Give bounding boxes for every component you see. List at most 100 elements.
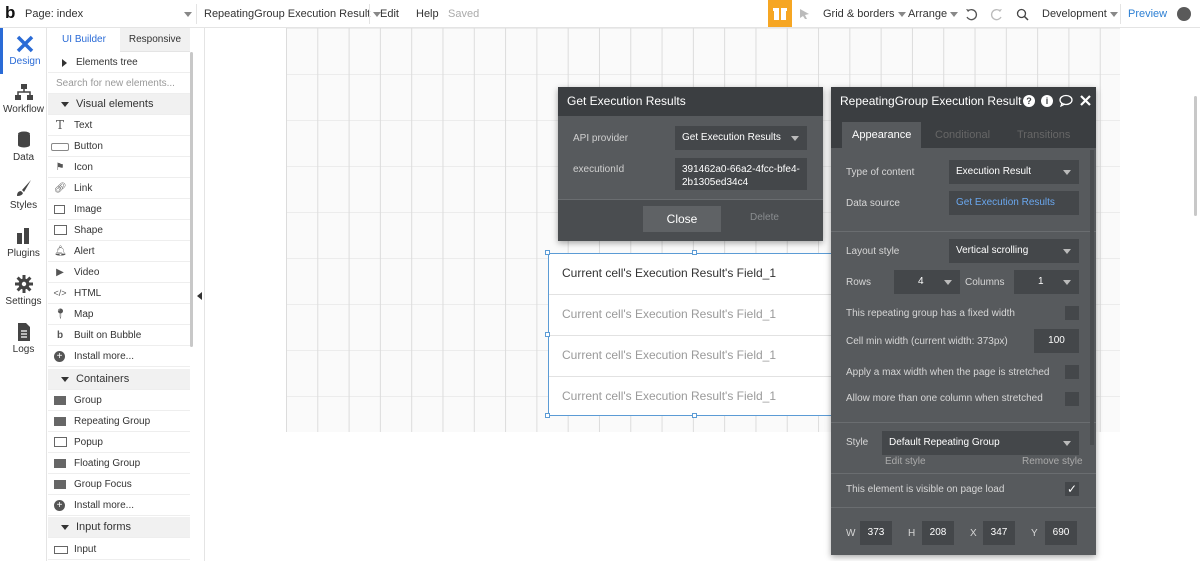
visible-on-load-checkbox[interactable]: ✓ [1065, 482, 1079, 496]
tab-ui-builder[interactable]: UI Builder [48, 28, 120, 52]
element-search-input[interactable]: Search for new elements... [48, 73, 190, 94]
element-icon[interactable]: ⚑ Icon [48, 157, 190, 178]
elements-panel: UI Builder Responsive Elements tree Sear… [48, 28, 190, 561]
width-input[interactable]: 373 [860, 521, 892, 545]
height-input[interactable]: 208 [922, 521, 954, 545]
element-link[interactable]: 🔗︎ Link [48, 178, 190, 199]
chevron-down-icon [944, 280, 952, 285]
resize-handle[interactable] [692, 413, 697, 418]
search-icon[interactable] [1016, 0, 1029, 28]
style-dropdown[interactable]: Default Repeating Group [882, 431, 1079, 455]
execution-id-field[interactable]: 391462a0-66a2-4fcc-bfe4- 2b1305ed34c4 [675, 158, 807, 190]
collapse-panel-icon[interactable] [197, 292, 202, 300]
chevron-down-icon[interactable] [184, 0, 192, 28]
repeating-group-cell[interactable]: Current cell's Execution Result's Field_… [549, 254, 839, 295]
repeating-group[interactable]: Current cell's Execution Result's Field_… [548, 253, 839, 416]
data-source-field[interactable]: Get Execution Results [949, 191, 1079, 215]
element-group[interactable]: Group [48, 390, 190, 411]
element-built-on-bubble[interactable]: b Built on Bubble [48, 325, 190, 346]
element-repeating-group[interactable]: Repeating Group [48, 411, 190, 432]
multi-column-checkbox[interactable] [1065, 392, 1079, 406]
tab-transitions[interactable]: Transitions [1007, 122, 1080, 148]
help-menu[interactable]: Help [416, 0, 439, 28]
nav-logs[interactable]: Logs [0, 316, 47, 362]
element-floating-group[interactable]: Floating Group [48, 453, 190, 474]
install-more-visual[interactable]: + Install more... [48, 346, 190, 367]
tab-appearance[interactable]: Appearance [842, 122, 922, 148]
elements-tree-toggle[interactable]: Elements tree [48, 52, 190, 73]
resize-handle[interactable] [545, 413, 550, 418]
containers-section[interactable]: Containers [48, 369, 190, 390]
comment-icon[interactable] [1059, 94, 1073, 110]
visual-elements-section[interactable]: Visual elements [48, 94, 190, 115]
y-input[interactable]: 690 [1045, 521, 1077, 545]
resize-handle[interactable] [692, 250, 697, 255]
arrange-menu[interactable]: Arrange [908, 0, 959, 28]
video-icon: ▶ [56, 267, 64, 278]
element-label: Button [74, 141, 103, 152]
element-input[interactable]: Input [48, 539, 190, 560]
element-label: Group [74, 395, 102, 406]
y-label: Y [1031, 528, 1038, 539]
close-icon[interactable] [1080, 95, 1091, 109]
element-video[interactable]: ▶ Video [48, 262, 190, 283]
nav-styles-label: Styles [9, 200, 38, 211]
element-button[interactable]: Button [48, 136, 190, 157]
max-width-checkbox[interactable] [1065, 365, 1079, 379]
bubble-logo[interactable]: b [5, 0, 15, 28]
preview-button[interactable]: Preview [1128, 0, 1167, 28]
grid-borders-menu[interactable]: Grid & borders [823, 0, 906, 28]
info-icon[interactable]: i [1041, 95, 1053, 107]
page-selector[interactable]: Page: index [25, 0, 83, 28]
nav-design[interactable]: Design [0, 28, 47, 74]
element-label: Image [74, 204, 102, 215]
resize-handle[interactable] [545, 250, 550, 255]
tab-conditional[interactable]: Conditional [925, 122, 1000, 148]
edit-menu[interactable]: Edit [380, 0, 399, 28]
pointer-icon[interactable] [799, 0, 811, 28]
columns-dropdown[interactable]: 1 [1014, 270, 1079, 294]
element-map[interactable]: 📍︎ Map [48, 304, 190, 325]
gift-icon[interactable] [768, 0, 792, 27]
element-label: Install more... [74, 351, 135, 362]
redo-icon[interactable] [990, 0, 1004, 28]
element-html[interactable]: </> HTML [48, 283, 190, 304]
api-provider-dropdown[interactable]: Get Execution Results [675, 126, 807, 150]
edit-style-link[interactable]: Edit style [885, 456, 926, 467]
close-button[interactable]: Close [643, 206, 721, 232]
element-alert[interactable]: 🔔︎ Alert [48, 241, 190, 262]
folder-icon [54, 396, 66, 405]
type-of-content-dropdown[interactable]: Execution Result [949, 160, 1079, 184]
element-popup[interactable]: Popup [48, 432, 190, 453]
resize-handle[interactable] [545, 332, 550, 337]
panel-scrollbar[interactable] [190, 52, 193, 347]
element-text[interactable]: T Text [48, 115, 190, 136]
install-more-containers[interactable]: + Install more... [48, 495, 190, 516]
page-scrollbar[interactable] [1194, 96, 1197, 216]
editor-scrollbar[interactable] [1090, 150, 1094, 445]
input-forms-section[interactable]: Input forms [48, 517, 190, 538]
cell-min-width-input[interactable]: 100 [1034, 329, 1079, 353]
help-icon[interactable]: ? [1023, 95, 1035, 107]
nav-plugins[interactable]: Plugins [0, 220, 47, 266]
nav-data[interactable]: Data [0, 124, 47, 170]
rows-dropdown[interactable]: 4 [894, 270, 960, 294]
nav-settings[interactable]: Settings [0, 268, 47, 314]
fixed-width-checkbox[interactable] [1065, 306, 1079, 320]
nav-workflow[interactable]: Workflow [0, 76, 47, 122]
delete-button[interactable]: Delete [750, 212, 779, 223]
x-input[interactable]: 347 [983, 521, 1015, 545]
element-selector[interactable]: RepeatingGroup Execution Result [204, 0, 382, 28]
element-shape[interactable]: Shape [48, 220, 190, 241]
element-image[interactable]: Image [48, 199, 190, 220]
nav-styles[interactable]: Styles [0, 172, 47, 218]
nav-workflow-label: Workflow [3, 104, 44, 115]
chevron-down-icon [1063, 280, 1071, 285]
tab-responsive[interactable]: Responsive [120, 28, 190, 52]
layout-style-dropdown[interactable]: Vertical scrolling [949, 239, 1079, 263]
user-icon[interactable] [1177, 7, 1191, 21]
element-group-focus[interactable]: Group Focus [48, 474, 190, 495]
undo-icon[interactable] [964, 0, 978, 28]
remove-style-link[interactable]: Remove style [1022, 456, 1083, 467]
environment-selector[interactable]: Development [1042, 0, 1118, 28]
